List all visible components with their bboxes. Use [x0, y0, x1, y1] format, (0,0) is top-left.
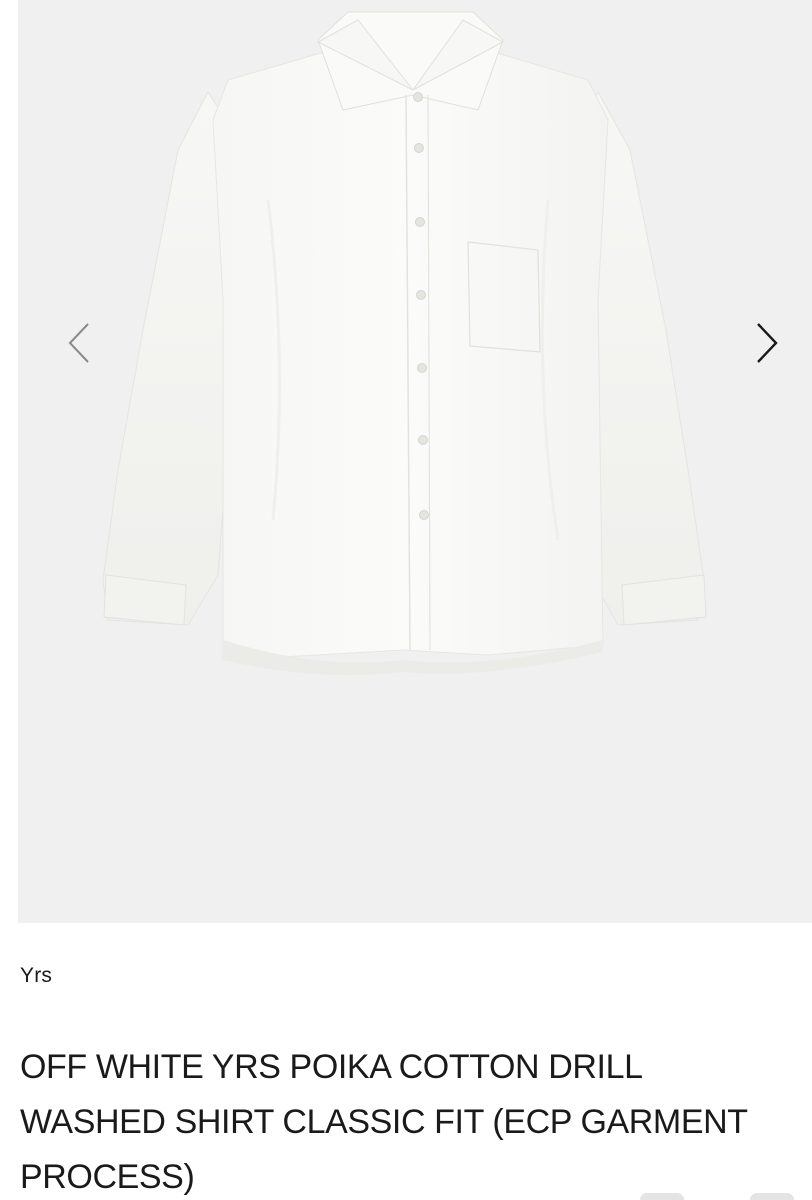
chevron-right-icon — [757, 323, 778, 363]
next-image-button[interactable] — [742, 318, 792, 368]
previous-image-button[interactable] — [54, 318, 104, 368]
product-title: OFF WHITE YRS POIKA COTTON DRILL WASHED … — [20, 1048, 748, 1196]
product-image-gallery[interactable] — [18, 0, 812, 923]
action-button[interactable] — [640, 1193, 684, 1200]
bottom-action-buttons — [640, 1193, 810, 1200]
chevron-left-icon — [68, 323, 89, 363]
brand-name[interactable]: Yrs — [20, 964, 52, 988]
action-button[interactable] — [750, 1193, 794, 1200]
product-page: Yrs OFF WHITE YRS POIKA COTTON DRILL WAS… — [0, 0, 812, 1200]
product-image — [18, 0, 812, 923]
